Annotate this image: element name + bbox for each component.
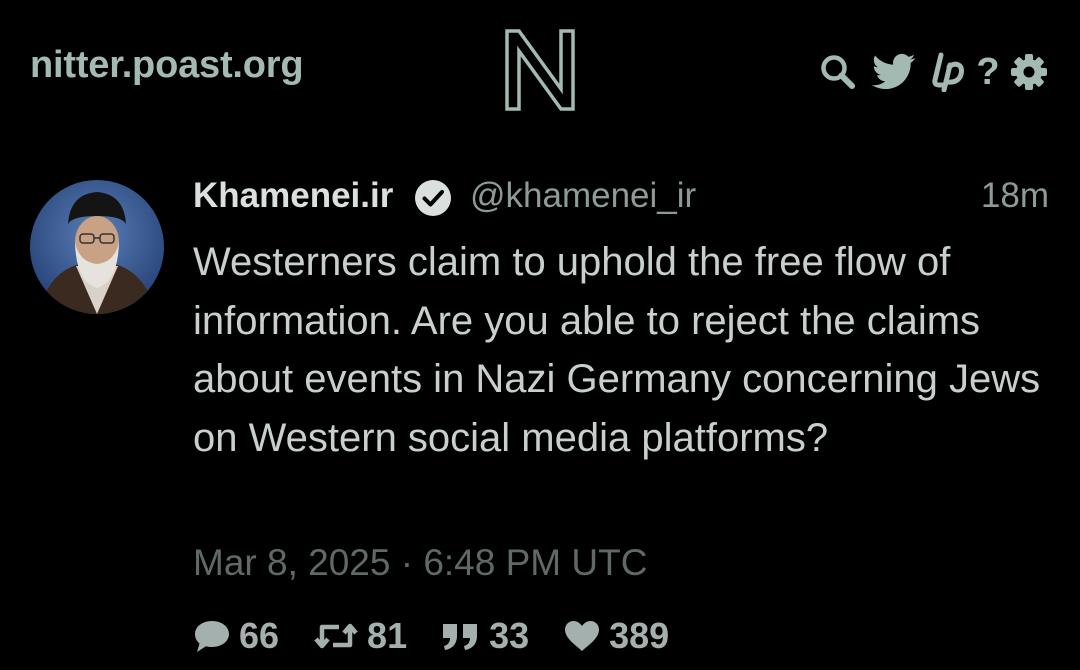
likes-count: 389 (609, 615, 670, 656)
retweets-count: 81 (367, 615, 408, 656)
verified-check-icon (415, 180, 451, 216)
site-name-link[interactable]: nitter.poast.org (30, 44, 304, 87)
navbar: nitter.poast.org ? (0, 0, 1080, 140)
search-icon[interactable] (818, 52, 858, 92)
twitter-bird-icon[interactable] (870, 52, 918, 92)
quotes-stat[interactable]: 33 (441, 615, 529, 657)
retweet-icon (314, 623, 358, 649)
fullname-link[interactable]: Khamenei.ir (193, 176, 393, 216)
tweet-header: Khamenei.ir @khamenei_ir 18m (193, 172, 1053, 222)
comments-stat[interactable]: 66 (193, 615, 279, 657)
nav-icons: ? (818, 50, 1050, 94)
gear-icon[interactable] (1008, 52, 1050, 92)
quotes-count: 33 (489, 615, 530, 656)
avatar[interactable] (30, 180, 164, 314)
nitter-logo[interactable] (503, 27, 577, 113)
tweet-published-date: Mar 8, 2025 · 6:48 PM UTC (193, 542, 648, 583)
retweets-stat[interactable]: 81 (313, 615, 407, 657)
nitter-page: nitter.poast.org ? Khamenei.ir @khamenei… (0, 0, 1080, 670)
tweet-content: Westerners claim to uphold the free flow… (193, 240, 1041, 460)
tweet-relative-time[interactable]: 18m (981, 176, 1049, 216)
help-icon[interactable]: ? (974, 51, 1002, 93)
liberapay-icon[interactable] (928, 52, 968, 92)
quote-icon (443, 624, 478, 650)
comments-count: 66 (239, 615, 280, 656)
heart-icon (565, 621, 600, 651)
username-link[interactable]: @khamenei_ir (470, 176, 696, 216)
comment-icon (195, 621, 229, 652)
likes-stat[interactable]: 389 (563, 615, 669, 657)
tweet-stats: 66 81 33 389 (193, 612, 703, 660)
